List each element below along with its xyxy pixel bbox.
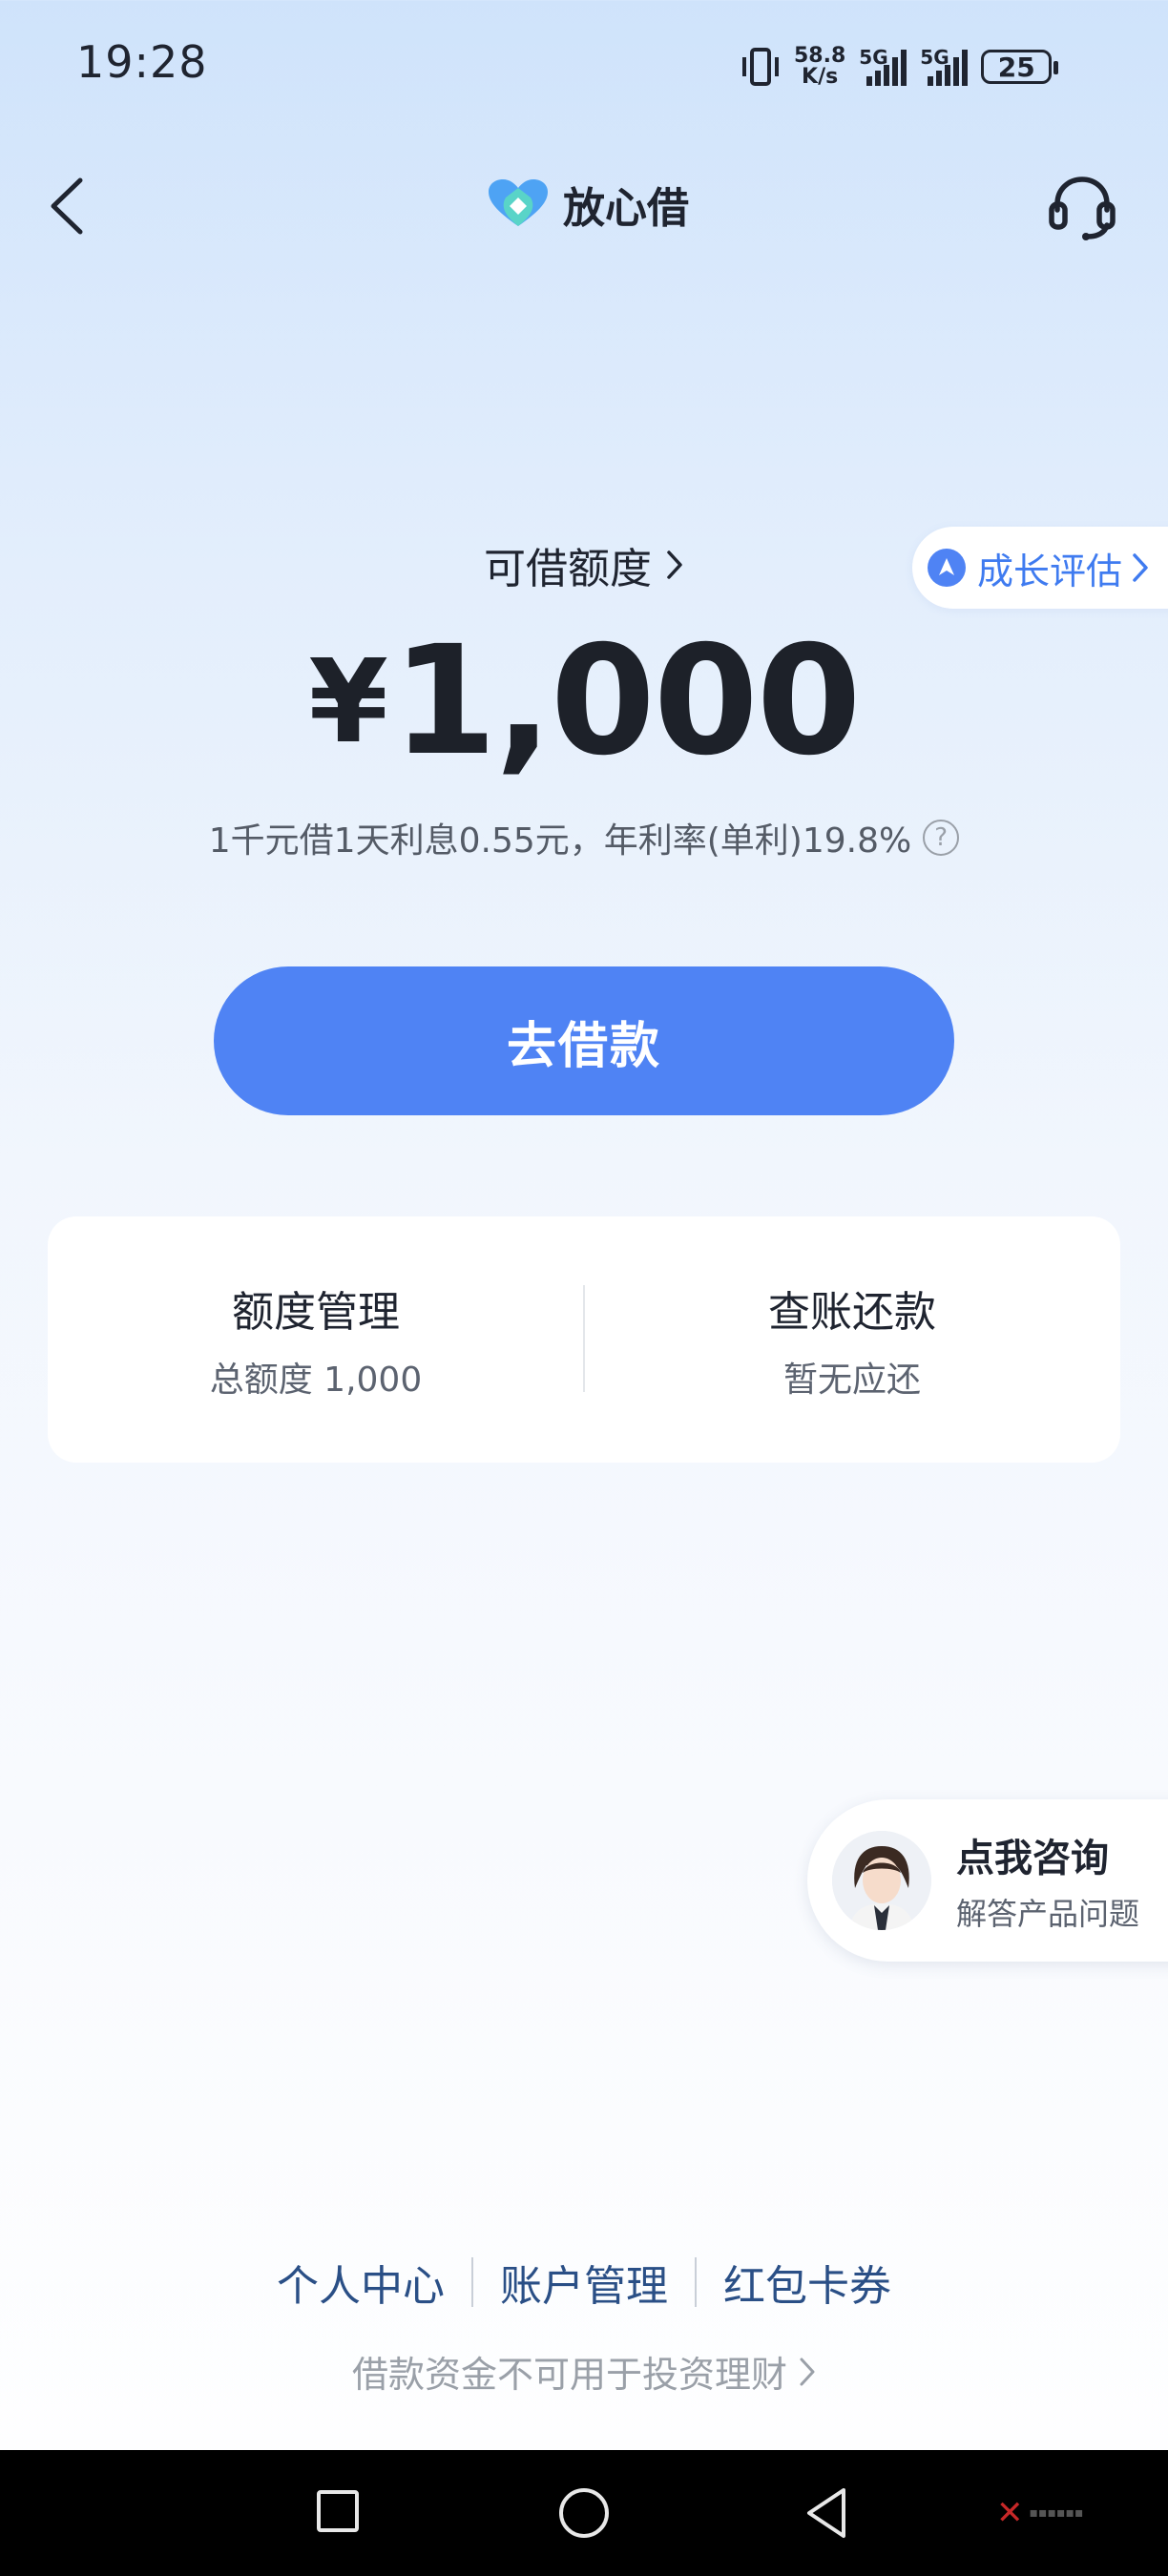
- interest-rate-info: 1千元借1天利息0.55元，年利率(单利)19.8% ?: [0, 813, 1168, 862]
- watermark-x-icon: ✕: [996, 2494, 1024, 2532]
- agent-avatar-icon: [832, 1831, 931, 1930]
- growth-assessment-button[interactable]: 成长评估: [912, 527, 1168, 609]
- signal-sim1-icon: 5G: [859, 46, 907, 86]
- chevron-right-icon: [800, 2358, 815, 2385]
- consult-bubble[interactable]: 点我咨询 解答产品问题: [807, 1799, 1168, 1962]
- system-back-icon[interactable]: [802, 2484, 849, 2542]
- consult-subtitle: 解答产品问题: [956, 1896, 1140, 1932]
- status-time: 19:28: [76, 36, 208, 88]
- headset-icon: [1049, 177, 1116, 240]
- amount-value: 1,000: [391, 613, 862, 789]
- recent-apps-icon[interactable]: [317, 2490, 359, 2532]
- currency-symbol: ¥: [308, 636, 387, 769]
- agent-avatar: [832, 1831, 931, 1930]
- chevron-right-icon: [1133, 553, 1148, 582]
- consult-title: 点我咨询: [956, 1837, 1109, 1880]
- watermark-text: ▪▪▪▪▪▪: [1029, 2505, 1084, 2521]
- watermark-logo: ✕ ▪▪▪▪▪▪: [996, 2494, 1083, 2532]
- consult-text: 点我咨询 解答产品问题: [956, 1827, 1139, 1934]
- credit-management-title: 额度管理: [232, 1288, 400, 1337]
- bill-repayment-title: 查账还款: [768, 1288, 936, 1337]
- home-icon[interactable]: [559, 2488, 609, 2538]
- growth-arrow-icon: [928, 549, 966, 587]
- back-button[interactable]: [38, 168, 95, 244]
- footer-links: 个人中心 账户管理 红包卡券: [0, 2252, 1168, 2313]
- chevron-left-icon: [51, 177, 83, 235]
- repayment-status-text: 暂无应还: [782, 1361, 921, 1400]
- help-icon[interactable]: ?: [923, 820, 960, 856]
- customer-service-button[interactable]: [1044, 168, 1120, 244]
- disclaimer-link[interactable]: 借款资金不可用于投资理财: [0, 2345, 1168, 2398]
- credit-management-button[interactable]: 额度管理 总额度 1,000: [48, 1216, 584, 1463]
- bill-repayment-button[interactable]: 查账还款 暂无应还: [584, 1216, 1120, 1463]
- brand-name: 放心借: [563, 184, 689, 233]
- total-credit-text: 总额度 1,000: [209, 1361, 423, 1400]
- signal-sim2-icon: 5G: [920, 46, 969, 86]
- disclaimer-text: 借款资金不可用于投资理财: [351, 2354, 787, 2396]
- borrow-button[interactable]: 去借款: [214, 966, 954, 1115]
- growth-assessment-label: 成长评估: [977, 550, 1123, 592]
- account-card: 额度管理 总额度 1,000 查账还款 暂无应还: [48, 1216, 1120, 1463]
- chevron-right-icon: [667, 551, 682, 579]
- network-speed: 58.8 K/s: [794, 46, 845, 88]
- network-speed-value: 58.8: [794, 44, 846, 68]
- coupons-link[interactable]: 红包卡券: [697, 2252, 918, 2313]
- account-management-link[interactable]: 账户管理: [473, 2252, 695, 2313]
- sim1-tag: 5G: [859, 46, 888, 69]
- interest-rate-text: 1千元借1天利息0.55元，年利率(单利)19.8%: [208, 821, 912, 861]
- personal-center-link[interactable]: 个人中心: [250, 2252, 471, 2313]
- battery-icon: 25: [981, 50, 1059, 84]
- status-icons: 58.8 K/s 5G 5G 25: [740, 38, 1103, 95]
- heart-logo-icon: [489, 179, 548, 226]
- vibrate-icon: [742, 48, 779, 86]
- network-speed-unit: K/s: [802, 65, 839, 89]
- available-amount: ¥1,000: [0, 620, 1168, 784]
- sim2-tag: 5G: [920, 46, 949, 69]
- brand-logo: 放心借: [487, 174, 689, 235]
- credit-limit-title: 可借额度: [484, 545, 652, 593]
